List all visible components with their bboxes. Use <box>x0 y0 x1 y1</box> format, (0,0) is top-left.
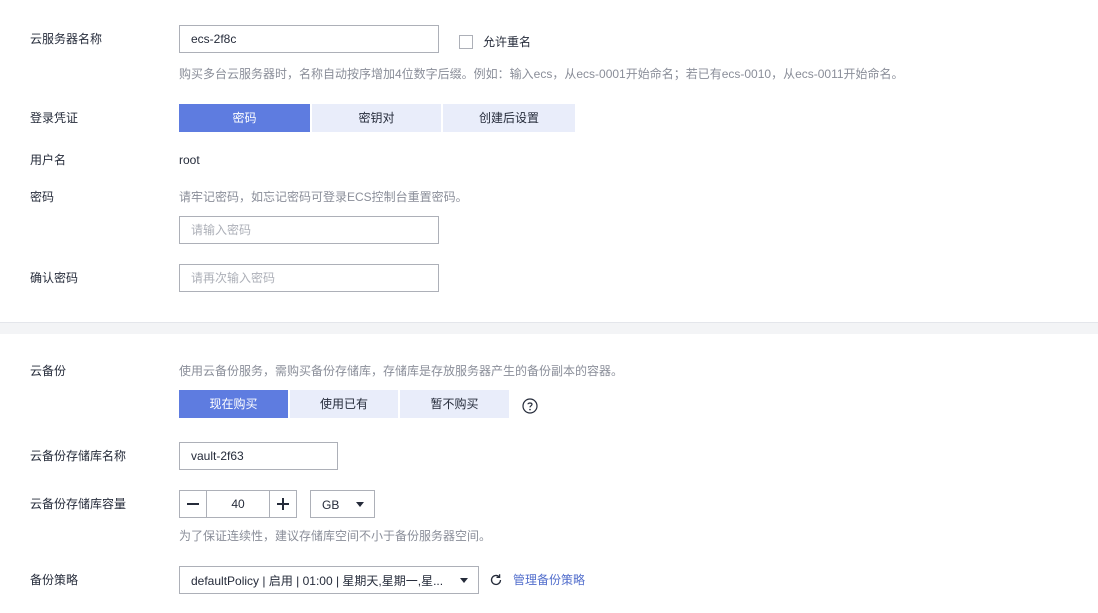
server-name-hint: 购买多台云服务器时，名称自动按序增加4位数字后缀。例如：输入ecs，从ecs-0… <box>179 67 904 81</box>
password-hint: 请牢记密码，如忘记密码可登录ECS控制台重置密码。 <box>179 190 468 204</box>
capacity-unit-value: GB <box>322 498 340 512</box>
password-input[interactable] <box>179 216 439 244</box>
vault-name-input[interactable] <box>179 442 338 470</box>
login-set-later-option[interactable]: 创建后设置 <box>443 104 575 132</box>
section-divider <box>0 322 1098 334</box>
password-label: 密码 <box>30 190 55 204</box>
minus-icon <box>187 503 199 505</box>
allow-duplicate-label: 允许重名 <box>483 35 532 49</box>
manage-backup-policy-link[interactable]: 管理备份策略 <box>513 572 585 588</box>
refresh-icon[interactable] <box>489 573 503 590</box>
server-name-label: 云服务器名称 <box>30 32 103 46</box>
backup-skip-option[interactable]: 暂不购买 <box>400 390 509 418</box>
backup-policy-value: defaultPolicy | 启用 | 01:00 | 星期天,星期一,星..… <box>191 574 444 588</box>
cloud-backup-segment: 现在购买 使用已有 暂不购买 <box>179 390 511 418</box>
vault-capacity-label: 云备份存储库容量 <box>30 497 127 511</box>
cloud-backup-hint: 使用云备份服务，需购买备份存储库，存储库是存放服务器产生的备份副本的容器。 <box>179 364 624 378</box>
increment-button[interactable] <box>270 491 296 517</box>
username-value: root <box>179 153 200 167</box>
decrement-button[interactable] <box>180 491 206 517</box>
backup-policy-label: 备份策略 <box>30 573 79 587</box>
login-password-option[interactable]: 密码 <box>179 104 310 132</box>
backup-policy-select[interactable]: defaultPolicy | 启用 | 01:00 | 星期天,星期一,星..… <box>179 566 479 594</box>
confirm-password-label: 确认密码 <box>30 271 79 285</box>
help-icon[interactable] <box>522 398 538 417</box>
allow-duplicate-option[interactable]: 允许重名 <box>459 34 531 50</box>
vault-capacity-stepper: 40 <box>179 490 297 518</box>
login-keypair-option[interactable]: 密钥对 <box>312 104 441 132</box>
allow-duplicate-checkbox[interactable] <box>459 35 473 49</box>
login-credential-segment: 密码 密钥对 创建后设置 <box>179 104 577 132</box>
login-credential-label: 登录凭证 <box>30 111 79 125</box>
vault-name-label: 云备份存储库名称 <box>30 449 127 463</box>
chevron-down-icon <box>460 578 468 583</box>
username-label: 用户名 <box>30 153 67 167</box>
capacity-unit-select[interactable]: GB <box>310 490 375 518</box>
plus-icon-v <box>282 498 284 510</box>
confirm-password-input[interactable] <box>179 264 439 292</box>
vault-capacity-hint: 为了保证连续性，建议存储库空间不小于备份服务器空间。 <box>179 529 492 543</box>
vault-capacity-value[interactable]: 40 <box>206 491 270 517</box>
chevron-down-icon <box>356 502 364 507</box>
cloud-backup-label: 云备份 <box>30 364 67 378</box>
server-name-input[interactable] <box>179 25 439 53</box>
backup-use-existing-option[interactable]: 使用已有 <box>290 390 398 418</box>
backup-buy-now-option[interactable]: 现在购买 <box>179 390 288 418</box>
